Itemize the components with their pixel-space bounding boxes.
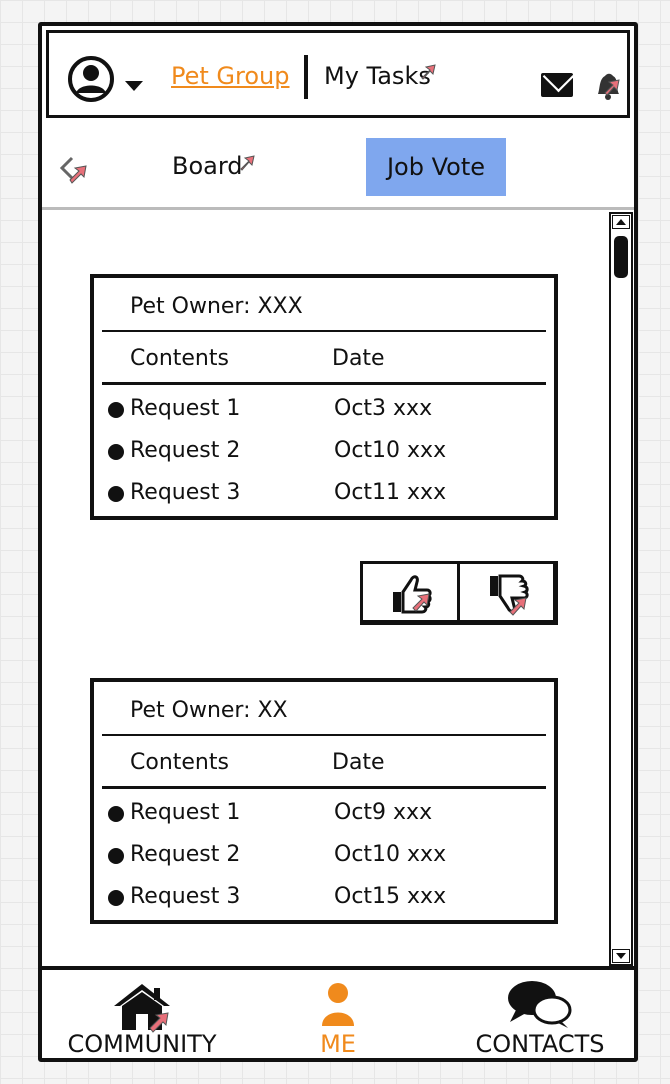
tab-divider	[304, 55, 308, 99]
request-name: Request 3	[130, 480, 241, 505]
bullet-icon	[108, 486, 124, 502]
request-name: Request 2	[130, 438, 241, 463]
top-bar: Pet Group My Tasks	[46, 30, 630, 118]
tab-pet-group[interactable]: Pet Group	[171, 62, 290, 90]
divider	[102, 786, 546, 789]
request-date: Oct10 xxx	[334, 842, 447, 867]
thumbs-up-button[interactable]	[363, 564, 457, 620]
tab-job-vote[interactable]: Job Vote	[366, 138, 506, 196]
tab-board[interactable]: Board	[172, 152, 243, 180]
request-row[interactable]: Request 2 Oct10 xxx	[108, 842, 548, 874]
sub-tab-bar: Board Job Vote	[42, 122, 634, 210]
scroll-down-icon[interactable]	[612, 949, 630, 963]
request-date: Oct3 xxx	[334, 396, 433, 421]
request-date: Oct10 xxx	[334, 438, 447, 463]
thumbs-down-icon	[489, 574, 529, 616]
request-row[interactable]: Request 2 Oct10 xxx	[108, 438, 548, 470]
column-header-date: Date	[332, 346, 385, 371]
bottom-nav: COMMUNITY ME CONTACTS	[42, 966, 634, 1058]
link-marker-icon	[421, 64, 436, 80]
scroll-up-icon[interactable]	[612, 215, 630, 229]
link-marker-icon	[240, 155, 255, 171]
person-icon	[322, 983, 354, 1026]
request-name: Request 1	[130, 396, 241, 421]
thumbs-down-button[interactable]	[456, 564, 554, 620]
request-name: Request 3	[130, 884, 241, 909]
column-header-contents: Contents	[130, 346, 229, 371]
vertical-scrollbar[interactable]	[609, 212, 633, 966]
request-row[interactable]: Request 1 Oct3 xxx	[108, 396, 548, 428]
request-card: Pet Owner: XXX Contents Date Request 1 O…	[90, 274, 558, 520]
bullet-icon	[108, 890, 124, 906]
phone-frame: Pet Group My Tasks Board Job Vote Pet Ow…	[38, 22, 638, 1062]
scroll-thumb[interactable]	[614, 236, 628, 278]
chevron-down-icon[interactable]	[125, 81, 143, 91]
request-row[interactable]: Request 3 Oct11 xxx	[108, 480, 548, 512]
column-header-contents: Contents	[130, 750, 229, 775]
user-avatar-icon[interactable]	[67, 55, 115, 103]
request-name: Request 2	[130, 842, 241, 867]
request-name: Request 1	[130, 800, 241, 825]
column-header-date: Date	[332, 750, 385, 775]
request-date: Oct11 xxx	[334, 480, 447, 505]
thumbs-up-icon	[393, 575, 432, 614]
pet-owner-label: Pet Owner: XX	[130, 698, 288, 723]
tab-my-tasks[interactable]: My Tasks	[324, 62, 431, 90]
bullet-icon	[108, 848, 124, 864]
mail-icon[interactable]	[541, 73, 573, 97]
divider	[102, 734, 546, 736]
request-date: Oct9 xxx	[334, 800, 433, 825]
request-row[interactable]: Request 3 Oct15 xxx	[108, 884, 548, 916]
bullet-icon	[108, 402, 124, 418]
nav-contacts[interactable]: CONTACTS	[460, 974, 620, 1060]
nav-contacts-label: CONTACTS	[475, 1030, 605, 1058]
divider	[102, 382, 546, 385]
back-arrow-icon[interactable]	[58, 152, 92, 186]
nav-community[interactable]: COMMUNITY	[52, 974, 232, 1060]
bullet-icon	[108, 806, 124, 822]
nav-me[interactable]: ME	[286, 974, 390, 1060]
chat-bubbles-icon	[508, 981, 572, 1028]
request-card: Pet Owner: XX Contents Date Request 1 Oc…	[90, 678, 558, 924]
nav-community-label: COMMUNITY	[67, 1030, 217, 1058]
request-row[interactable]: Request 1 Oct9 xxx	[108, 800, 548, 832]
vote-buttons	[360, 561, 558, 625]
request-date: Oct15 xxx	[334, 884, 447, 909]
home-icon	[114, 984, 170, 1033]
bell-icon[interactable]	[592, 69, 624, 103]
pet-owner-label: Pet Owner: XXX	[130, 294, 303, 319]
divider	[102, 330, 546, 332]
bullet-icon	[108, 444, 124, 460]
nav-me-label: ME	[320, 1030, 356, 1058]
